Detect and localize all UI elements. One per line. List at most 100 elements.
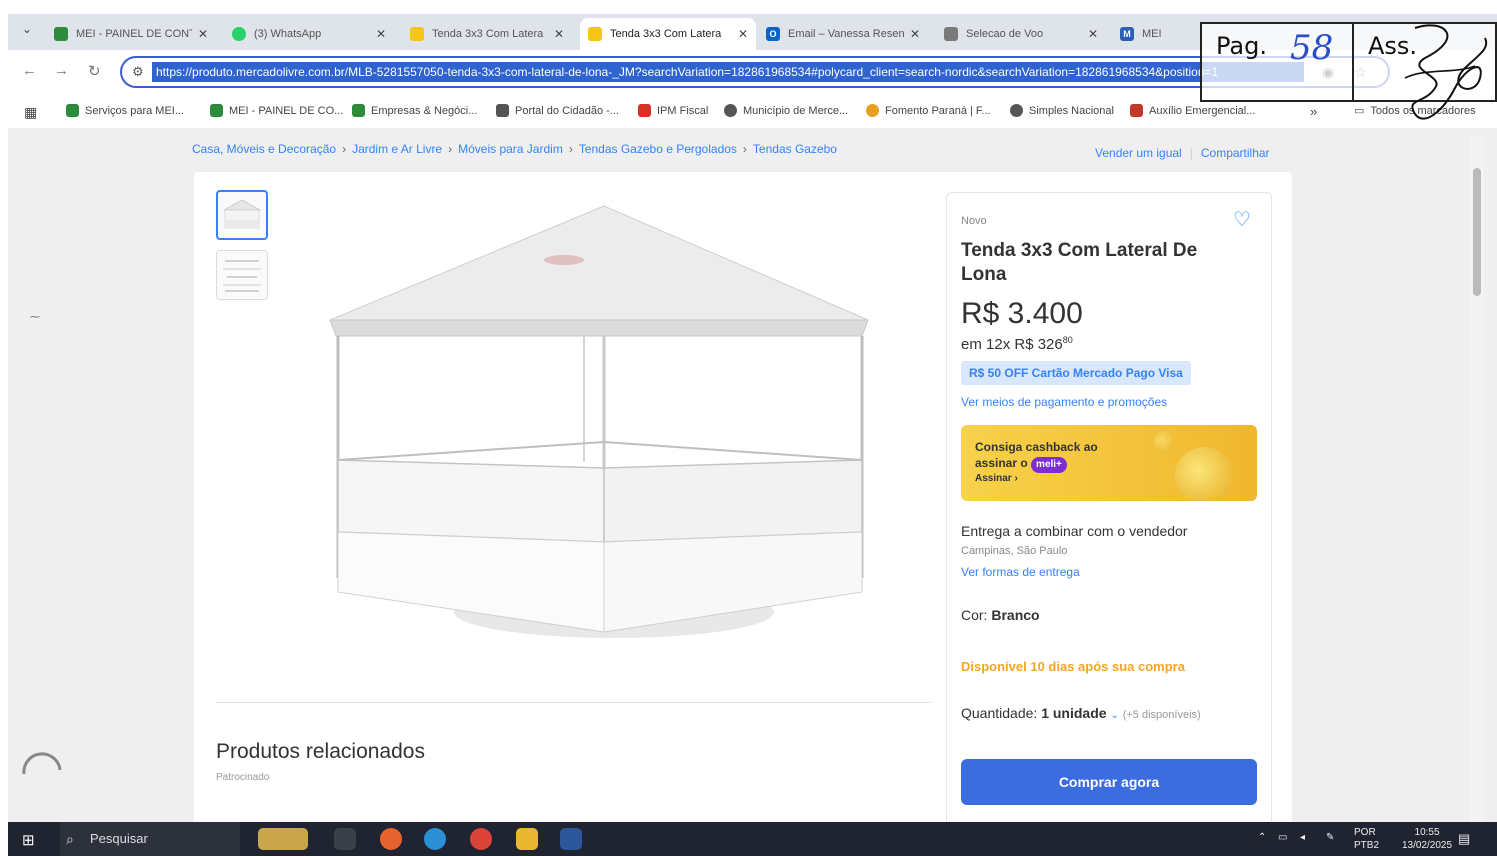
close-tab-icon[interactable]: ✕: [198, 27, 208, 41]
close-tab-icon[interactable]: ✕: [376, 27, 386, 41]
tab-search-chevron-icon[interactable]: ⌄: [18, 22, 36, 40]
sponsored-label: Patrocinado: [216, 772, 270, 783]
windows-start-icon[interactable]: ⊞: [22, 831, 35, 849]
bookmarks-overflow-icon[interactable]: »: [1310, 104, 1317, 119]
availability-notice: Disponível 10 dias após sua compra: [961, 659, 1185, 674]
condition-label: Novo: [961, 215, 987, 227]
bookmark-auxilio[interactable]: Auxílio Emergencial...: [1130, 104, 1255, 117]
buy-now-button[interactable]: Comprar agora: [961, 759, 1257, 805]
url-text[interactable]: https://produto.mercadolivre.com.br/MLB-…: [152, 62, 1304, 82]
volume-icon[interactable]: ◂: [1300, 832, 1305, 843]
file-explorer-icon[interactable]: [516, 828, 538, 850]
stamp-page-label: Pag.: [1216, 32, 1267, 60]
bookmark-servicos-mei[interactable]: Serviços para MEI...: [66, 104, 184, 117]
pen-icon[interactable]: ✎: [1326, 832, 1334, 843]
notifications-icon[interactable]: ▤: [1458, 831, 1470, 847]
related-products-title: Produtos relacionados: [216, 740, 425, 763]
chrome-icon[interactable]: [470, 828, 492, 850]
tray-chevron-icon[interactable]: ⌃: [1258, 832, 1266, 843]
close-tab-icon[interactable]: ✕: [554, 27, 564, 41]
forward-arrow-icon[interactable]: →: [54, 62, 69, 79]
bookmark-portal-cidadao[interactable]: Portal do Cidadão -...: [496, 104, 619, 117]
breadcrumb-separator-icon: ›: [342, 142, 347, 156]
breadcrumb-item[interactable]: Casa, Móveis e Decoração: [192, 142, 336, 156]
tab-tenda-1[interactable]: Tenda 3x3 Com Latera ✕: [402, 18, 572, 50]
bookmark-simples-nacional[interactable]: Simples Nacional: [1010, 104, 1114, 117]
quantity-selector[interactable]: Quantidade: 1 unidade ⌄ (+5 disponíveis): [961, 705, 1201, 721]
back-arrow-icon[interactable]: ←: [22, 62, 37, 79]
bookmark-favicon-icon: [496, 104, 509, 117]
bookmark-favicon-icon: [210, 104, 223, 117]
tab-email[interactable]: O Email – Vanessa Resen ✕: [758, 18, 928, 50]
word-icon[interactable]: [560, 828, 582, 850]
bookmark-empresas[interactable]: Empresas & Negóci...: [352, 104, 477, 117]
breadcrumb-item[interactable]: Tendas Gazebo: [753, 142, 837, 156]
close-tab-icon[interactable]: ✕: [738, 27, 748, 41]
news-widget-icon[interactable]: [258, 828, 308, 850]
coin-icon: [1153, 431, 1175, 453]
tab-whatsapp[interactable]: (3) WhatsApp ✕: [224, 18, 394, 50]
color-selector: Cor: Branco: [961, 607, 1040, 623]
scrollbar-thumb[interactable]: [1473, 168, 1481, 296]
payment-methods-link[interactable]: Ver meios de pagamento e promoções: [961, 395, 1167, 409]
windows-taskbar: ⊞ ⌕ Pesquisar ⌃ ▭ ◂ ✎ POR PTB2 10:55 13/02…: [8, 822, 1497, 856]
mercadolivre-icon: [588, 27, 602, 41]
breadcrumb-item[interactable]: Tendas Gazebo e Pergolados: [579, 142, 737, 156]
cashback-text: Consiga cashback ao assinar o meli+: [975, 439, 1098, 473]
thumbnail-2[interactable]: [216, 250, 268, 300]
installments: em 12x R$ 32680: [961, 335, 1073, 353]
apps-grid-icon[interactable]: ▦: [24, 104, 37, 121]
favorite-heart-icon[interactable]: ♡: [1233, 207, 1251, 232]
breadcrumb-item[interactable]: Móveis para Jardim: [458, 142, 563, 156]
page-scrollbar[interactable]: [1470, 136, 1484, 822]
bookmark-favicon-icon: [1010, 104, 1023, 117]
delivery-info: Entrega a combinar com o vendedor: [961, 523, 1188, 539]
breadcrumb-separator-icon: ›: [568, 142, 573, 156]
bookmark-mei-painel[interactable]: MEI - PAINEL DE CO...: [210, 104, 343, 117]
breadcrumb-separator-icon: ›: [742, 142, 747, 156]
bookmark-fomento-parana[interactable]: Fomento Paraná | F...: [866, 104, 991, 117]
thumbnail-specs-icon: [223, 260, 261, 292]
product-tent-image[interactable]: [314, 192, 894, 652]
cashback-banner[interactable]: Consiga cashback ao assinar o meli+ Assin…: [961, 425, 1257, 501]
loading-spinner-icon: [22, 752, 62, 775]
clock[interactable]: 10:55 13/02/2025: [1402, 826, 1452, 852]
page-side-mark: ⁓: [30, 312, 40, 323]
edge-icon[interactable]: [424, 828, 446, 850]
bookmark-municipio[interactable]: Município de Merce...: [724, 104, 848, 117]
meli-plus-badge: meli+: [1031, 457, 1067, 473]
taskbar-search[interactable]: ⌕ Pesquisar: [60, 822, 240, 856]
breadcrumb: Casa, Móveis e Decoração › Jardim e Ar Liv…: [192, 142, 837, 156]
coin-icon: [1175, 447, 1233, 501]
tab-mei[interactable]: M MEI: [1112, 18, 1202, 50]
share-link[interactable]: Compartilhar: [1201, 146, 1270, 160]
tab-selecao-voo[interactable]: Selecao de Voo ✕: [936, 18, 1106, 50]
close-tab-icon[interactable]: ✕: [1088, 27, 1098, 41]
thumbnail-1[interactable]: [216, 190, 268, 240]
sell-similar-link[interactable]: Vender um igual: [1095, 146, 1182, 160]
search-icon: ⌕: [66, 831, 74, 847]
tab-tenda-active[interactable]: Tenda 3x3 Com Latera ✕: [580, 18, 756, 50]
site-info-icon[interactable]: ⚙: [132, 64, 144, 80]
bookmark-favicon-icon: [66, 104, 79, 117]
close-tab-icon[interactable]: ✕: [910, 27, 920, 41]
breadcrumb-item[interactable]: Jardim e Ar Livre: [352, 142, 442, 156]
promo-badge: R$ 50 OFF Cartão Mercado Pago Visa: [961, 361, 1191, 385]
breadcrumb-separator-icon: ›: [448, 142, 453, 156]
firefox-icon[interactable]: [380, 828, 402, 850]
stamp-page-number: 58: [1290, 28, 1334, 68]
subscribe-link[interactable]: Assinar ›: [975, 473, 1018, 484]
bookmark-favicon-icon: [1130, 104, 1143, 117]
stamp-divider: [1352, 24, 1354, 102]
section-divider: [216, 702, 931, 703]
network-icon[interactable]: ▭: [1278, 832, 1287, 843]
bookmark-favicon-icon: [352, 104, 365, 117]
task-view-icon[interactable]: [334, 828, 356, 850]
bookmark-ipm-fiscal[interactable]: IPM Fiscal: [638, 104, 708, 117]
shipping-options-link[interactable]: Ver formas de entrega: [961, 565, 1080, 579]
reload-icon[interactable]: ↻: [88, 62, 101, 80]
language-indicator[interactable]: POR PTB2: [1354, 826, 1379, 852]
outlook-icon: O: [766, 27, 780, 41]
tab-mei-painel[interactable]: MEI - PAINEL DE CONT ✕: [46, 18, 216, 50]
whatsapp-icon: [232, 27, 246, 41]
